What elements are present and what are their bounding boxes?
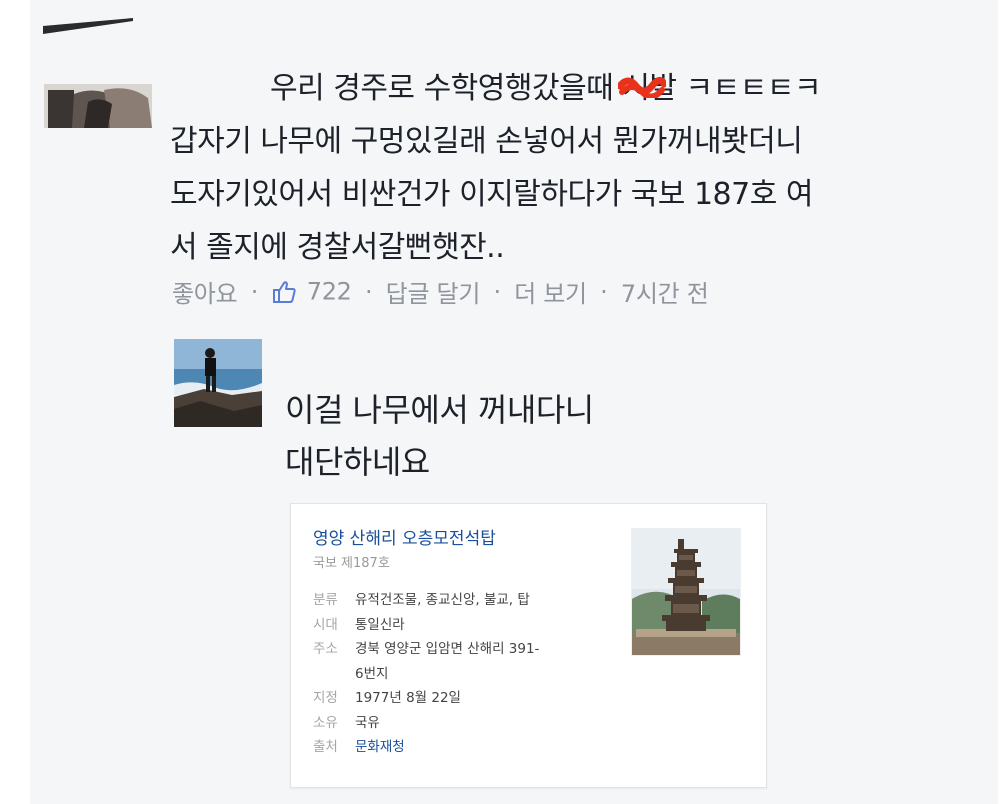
pagoda-photo[interactable] — [631, 528, 741, 656]
comment-line-1: 우리 경주로 수학영행갔을때 시발 ㅋㅌㅌㅌㅋ — [170, 62, 970, 115]
card-row-key: 출처 — [313, 739, 338, 755]
censored-word: 시발 — [618, 62, 677, 115]
card-row-value: 6번지 — [355, 665, 389, 682]
card-row-key: 지정 — [313, 690, 338, 706]
card-row-key: 소유 — [313, 714, 338, 731]
comment-actions: 좋아요 · 722 · 답글 달기 · 더 보기 · 7시간 전 — [172, 274, 709, 309]
card-row-key: 주소 — [313, 641, 338, 657]
card-row-owner: 소유 국유 — [313, 711, 623, 736]
thumbs-up-icon[interactable] — [271, 279, 297, 305]
card-row-address: 주소 경북 영양군 입암면 산해리 391- — [313, 637, 623, 662]
reply-link[interactable]: 답글 달기 — [386, 280, 481, 308]
heritage-info-card[interactable]: 영양 산해리 오층모전석탑 국보 제187호 분류 유적건조물, 종교신앙, 불… — [290, 503, 767, 788]
replier-avatar[interactable] — [174, 339, 262, 427]
card-row-key: 시대 — [313, 616, 338, 633]
card-row-value: 통일신라 — [355, 616, 405, 633]
card-row-value: 국유 — [355, 714, 380, 731]
more-link[interactable]: 더 보기 — [514, 280, 587, 308]
commenter-avatar[interactable] — [44, 84, 152, 128]
reply-body: 이걸 나무에서 꺼내다니 대단하네요 — [285, 384, 594, 488]
card-details: 분류 유적건조물, 종교신앙, 불교, 탑 시대 통일신라 주소 경북 영양군 … — [313, 588, 623, 760]
card-row-key — [313, 662, 355, 687]
card-source-link[interactable]: 문화재청 — [355, 735, 405, 760]
reply-line-1: 이걸 나무에서 꺼내다니 — [285, 391, 594, 429]
comment-line-1-suffix: ㅋㅌㅌㅌㅋ — [676, 71, 822, 106]
separator: · — [493, 277, 501, 306]
card-row-value: 경북 영양군 입암면 산해리 391- — [355, 641, 540, 657]
separator: · — [250, 277, 259, 306]
card-title[interactable]: 영양 산해리 오층모전석탑 — [313, 524, 496, 549]
comment-body: 우리 경주로 수학영행갔을때 시발 ㅋㅌㅌㅌㅋ 갑자기 나무에 구멍있길래 손넣… — [170, 62, 970, 274]
like-link[interactable]: 좋아요 — [172, 280, 238, 308]
separator: · — [364, 277, 373, 306]
card-row-designated: 지정 1977년 8월 22일 — [313, 686, 623, 711]
reply-line-2: 대단하네요 — [285, 443, 430, 481]
card-row-value: 1977년 8월 22일 — [355, 690, 461, 706]
comment-line-4: 서 졸지에 경찰서갈뻔햇잔.. — [170, 230, 505, 265]
card-row-value: 유적건조물, 종교신앙, 불교, 탑 — [355, 592, 530, 608]
card-row-address-cont: 6번지 — [313, 662, 623, 687]
like-count: 722 — [306, 277, 352, 306]
card-row-source: 출처 문화재청 — [313, 735, 623, 760]
timestamp[interactable]: 7시간 전 — [621, 280, 709, 308]
card-row-era: 시대 통일신라 — [313, 613, 623, 638]
comment-line-1-prefix: 우리 경주로 수학영행갔을때 — [270, 71, 623, 106]
comment-line-2: 갑자기 나무에 구멍있길래 손넣어서 뭔가꺼내봣더니 — [170, 124, 803, 159]
card-row-category: 분류 유적건조물, 종교신앙, 불교, 탑 — [313, 588, 623, 613]
cropped-header-fragment — [43, 18, 133, 34]
card-row-key: 분류 — [313, 592, 338, 608]
separator: · — [600, 277, 608, 306]
censored-word-text: 시발 — [622, 71, 677, 106]
comment-line-3: 도자기있어서 비싼건가 이지랄하다가 국보 187호 여 — [170, 177, 813, 212]
card-subtitle: 국보 제187호 — [313, 556, 390, 571]
